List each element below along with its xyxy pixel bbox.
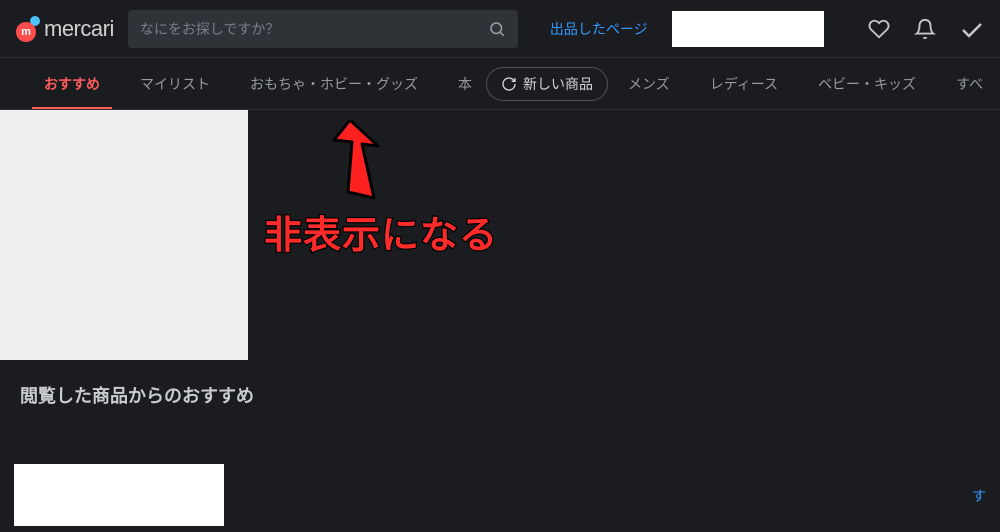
- header: m mercari 出品したページ: [0, 0, 1000, 58]
- tab-mylist[interactable]: マイリスト: [120, 58, 230, 109]
- tab-baby-kids[interactable]: ベビー・キッズ: [798, 58, 936, 109]
- see-more-link[interactable]: す: [972, 486, 986, 506]
- heart-icon[interactable]: [868, 18, 890, 40]
- new-items-label: 新しい商品: [523, 74, 593, 94]
- search-box[interactable]: [128, 10, 518, 48]
- main-content: 閲覧した商品からのおすすめ: [0, 110, 1000, 408]
- tab-books[interactable]: 本: [438, 58, 492, 109]
- recommended-section-title: 閲覧した商品からのおすすめ: [20, 382, 1000, 408]
- redacted-block-bottom: [14, 464, 224, 526]
- tab-all[interactable]: すべ: [936, 58, 1000, 109]
- new-items-pill[interactable]: 新しい商品: [486, 67, 608, 101]
- search-input[interactable]: [140, 21, 488, 37]
- tab-recommended[interactable]: おすすめ: [24, 58, 120, 109]
- banner-placeholder: [0, 110, 248, 360]
- tab-mens[interactable]: メンズ: [608, 58, 690, 109]
- check-icon[interactable]: [960, 17, 984, 41]
- tab-ladies[interactable]: レディース: [690, 58, 798, 109]
- logo[interactable]: m mercari: [16, 16, 114, 42]
- listed-page-link[interactable]: 出品したページ: [550, 19, 648, 39]
- refresh-icon: [501, 76, 517, 92]
- logo-text: mercari: [44, 16, 114, 42]
- logo-icon: m: [16, 18, 38, 40]
- tab-toys-hobby[interactable]: おもちゃ・ホビー・グッズ: [230, 58, 438, 109]
- bell-icon[interactable]: [914, 18, 936, 40]
- search-icon[interactable]: [488, 20, 506, 38]
- redacted-block: [672, 11, 824, 47]
- annotation-text: 非表示になる: [264, 204, 498, 259]
- header-icons: [868, 17, 984, 41]
